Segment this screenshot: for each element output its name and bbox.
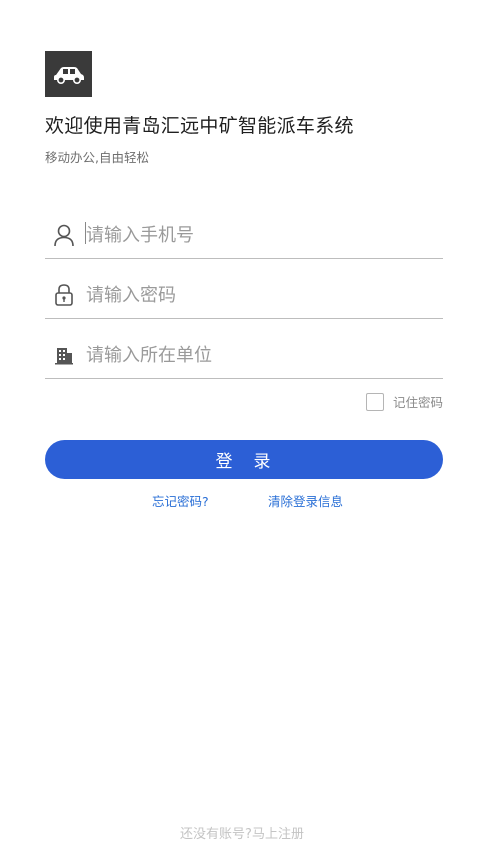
remember-password-label: 记住密码 [392,395,443,410]
user-icon [53,223,75,247]
unit-input[interactable] [86,344,406,366]
unit-field[interactable] [45,332,443,379]
remember-password-checkbox[interactable]: 记住密码 [365,392,443,411]
app-title: 欢迎使用青岛汇远中矿智能派车系统 [45,115,354,137]
checkbox-box[interactable] [365,392,384,411]
password-field[interactable] [45,272,443,319]
clear-login-info-link[interactable]: 清除登录信息 [268,491,343,510]
password-input[interactable] [86,284,406,306]
car-icon [53,67,84,85]
phone-input[interactable] [86,224,406,246]
text-cursor [85,222,86,244]
app-logo [45,51,92,97]
phone-field[interactable] [45,212,443,259]
lock-icon [53,283,75,307]
login-button[interactable]: 登 录 [45,440,443,479]
building-icon [53,343,75,367]
forgot-password-link[interactable]: 忘记密码? [152,491,209,510]
register-link[interactable]: 还没有账号?马上注册 [0,823,484,842]
app-subtitle: 移动办公,自由轻松 [45,150,149,165]
